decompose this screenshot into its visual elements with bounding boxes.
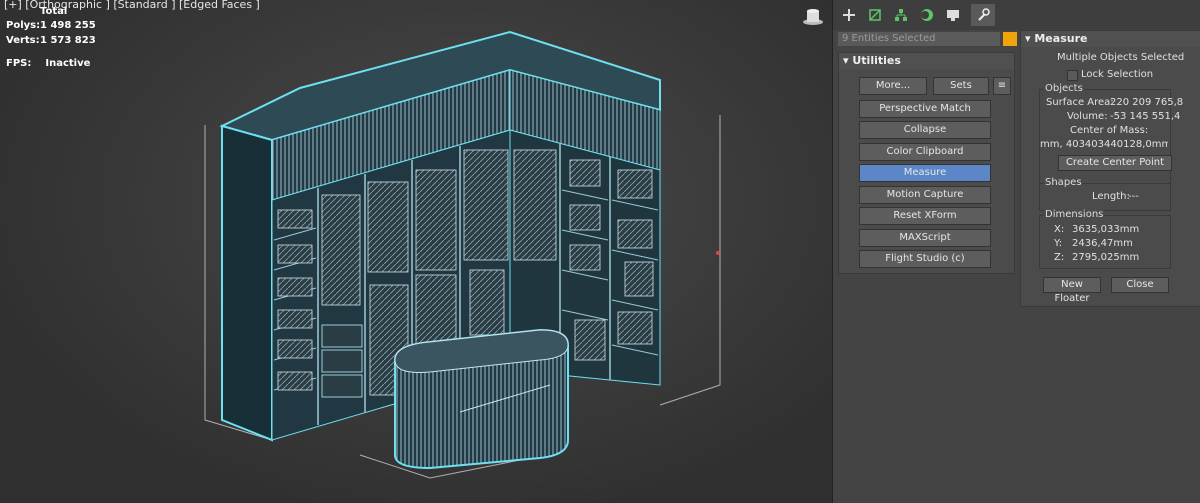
surface-area-label: Surface Area: [1046, 97, 1114, 108]
modify-icon[interactable] [863, 4, 887, 26]
verts-label: Verts: [6, 35, 40, 46]
utilities-title: Utilities [852, 54, 901, 67]
length-label: Length: [1092, 191, 1130, 202]
shapes-group: Shapes Length: --- [1039, 177, 1171, 211]
collapse-arrow-icon: ▾ [843, 54, 853, 67]
dimensions-group: Dimensions X: 3635,033mm Y: 2436,47mm Z:… [1039, 209, 1171, 269]
command-panel: 9 Entities Selected ▾ Utilities More... … [833, 0, 1200, 503]
dimension-x-value: 3635,033mm [1072, 224, 1140, 235]
selection-name-field[interactable]: 9 Entities Selected [838, 32, 1000, 46]
length-value: --- [1128, 191, 1139, 202]
center-of-mass-label: Center of Mass: [1070, 125, 1149, 136]
viewport[interactable]: [+] [Orthographic ] [Standard ] [Edged F… [0, 0, 833, 503]
center-of-mass-value: mm, 403403440128,0mm, -75( [1040, 139, 1168, 150]
utility-button-perspective-match[interactable]: Perspective Match [859, 100, 991, 118]
dimension-y-value: 2436,47mm [1072, 238, 1133, 249]
new-floater-button[interactable]: New Floater [1043, 277, 1101, 304]
lock-selection-label: Lock Selection [1081, 69, 1154, 80]
hierarchy-icon[interactable] [889, 4, 913, 26]
surface-area-value: 220 209 765,8 [1110, 97, 1184, 108]
utilities-icon[interactable] [971, 4, 995, 26]
configure-sets-icon[interactable]: ≡ [993, 77, 1011, 95]
fps-label: FPS: [6, 58, 32, 69]
polys-value: 1 498 255 [40, 20, 96, 31]
dimension-y-label: Y: [1054, 238, 1063, 249]
measure-rollout: ▾ Measure Multiple Objects Selected Lock… [1020, 30, 1200, 307]
display-icon[interactable] [941, 4, 965, 26]
utility-button-maxscript[interactable]: MAXScript [859, 229, 991, 247]
multiple-objects-text: Multiple Objects Selected [1057, 52, 1185, 63]
utilities-rollout: ▾ Utilities More... Sets ≡ Perspective M… [838, 52, 1015, 274]
sets-button[interactable]: Sets [933, 77, 989, 95]
create-center-point-button[interactable]: Create Center Point [1058, 155, 1172, 171]
utility-button-motion-capture[interactable]: Motion Capture [859, 186, 991, 204]
command-panel-tabs [833, 0, 1200, 30]
measure-title: Measure [1034, 32, 1088, 45]
motion-icon[interactable] [915, 4, 939, 26]
scene-statistics: Total Polys: 1 498 255 Verts: 1 573 823 [6, 6, 96, 48]
object-color-swatch[interactable] [1003, 32, 1017, 46]
polys-label: Polys: [6, 20, 41, 31]
utility-button-collapse[interactable]: Collapse [859, 121, 991, 139]
utility-button-measure[interactable]: Measure [859, 164, 991, 182]
more-button[interactable]: More... [859, 77, 927, 95]
fps-value: Inactive [45, 58, 91, 69]
utility-button-reset-xform[interactable]: Reset XForm [859, 207, 991, 225]
volume-value: -53 145 551,4 [1110, 111, 1181, 122]
collapse-arrow-icon: ▾ [1025, 32, 1035, 45]
utility-button-color-clipboard[interactable]: Color Clipboard [859, 143, 991, 161]
close-button[interactable]: Close [1111, 277, 1169, 293]
stats-total-label: Total [40, 6, 68, 17]
utility-button-flight-studio[interactable]: Flight Studio (c) [859, 250, 991, 268]
dimensions-group-title: Dimensions [1044, 209, 1105, 220]
shapes-group-title: Shapes [1044, 177, 1083, 188]
dimension-x-label: X: [1054, 224, 1065, 235]
dimension-z-label: Z: [1054, 252, 1065, 263]
volume-label: Volume: [1067, 111, 1108, 122]
dimension-z-value: 2795,025mm [1072, 252, 1140, 263]
verts-value: 1 573 823 [40, 35, 96, 46]
objects-group-title: Objects [1044, 83, 1084, 94]
viewcube-home-icon[interactable] [802, 6, 824, 28]
create-icon[interactable] [837, 4, 861, 26]
fps-readout: FPS: Inactive [6, 58, 90, 69]
utilities-rollout-header[interactable]: ▾ Utilities [839, 53, 1014, 69]
measure-rollout-header[interactable]: ▾ Measure [1021, 31, 1200, 47]
wardrobe-wireframe-model[interactable] [0, 0, 832, 503]
lock-selection-checkbox[interactable] [1067, 70, 1078, 81]
